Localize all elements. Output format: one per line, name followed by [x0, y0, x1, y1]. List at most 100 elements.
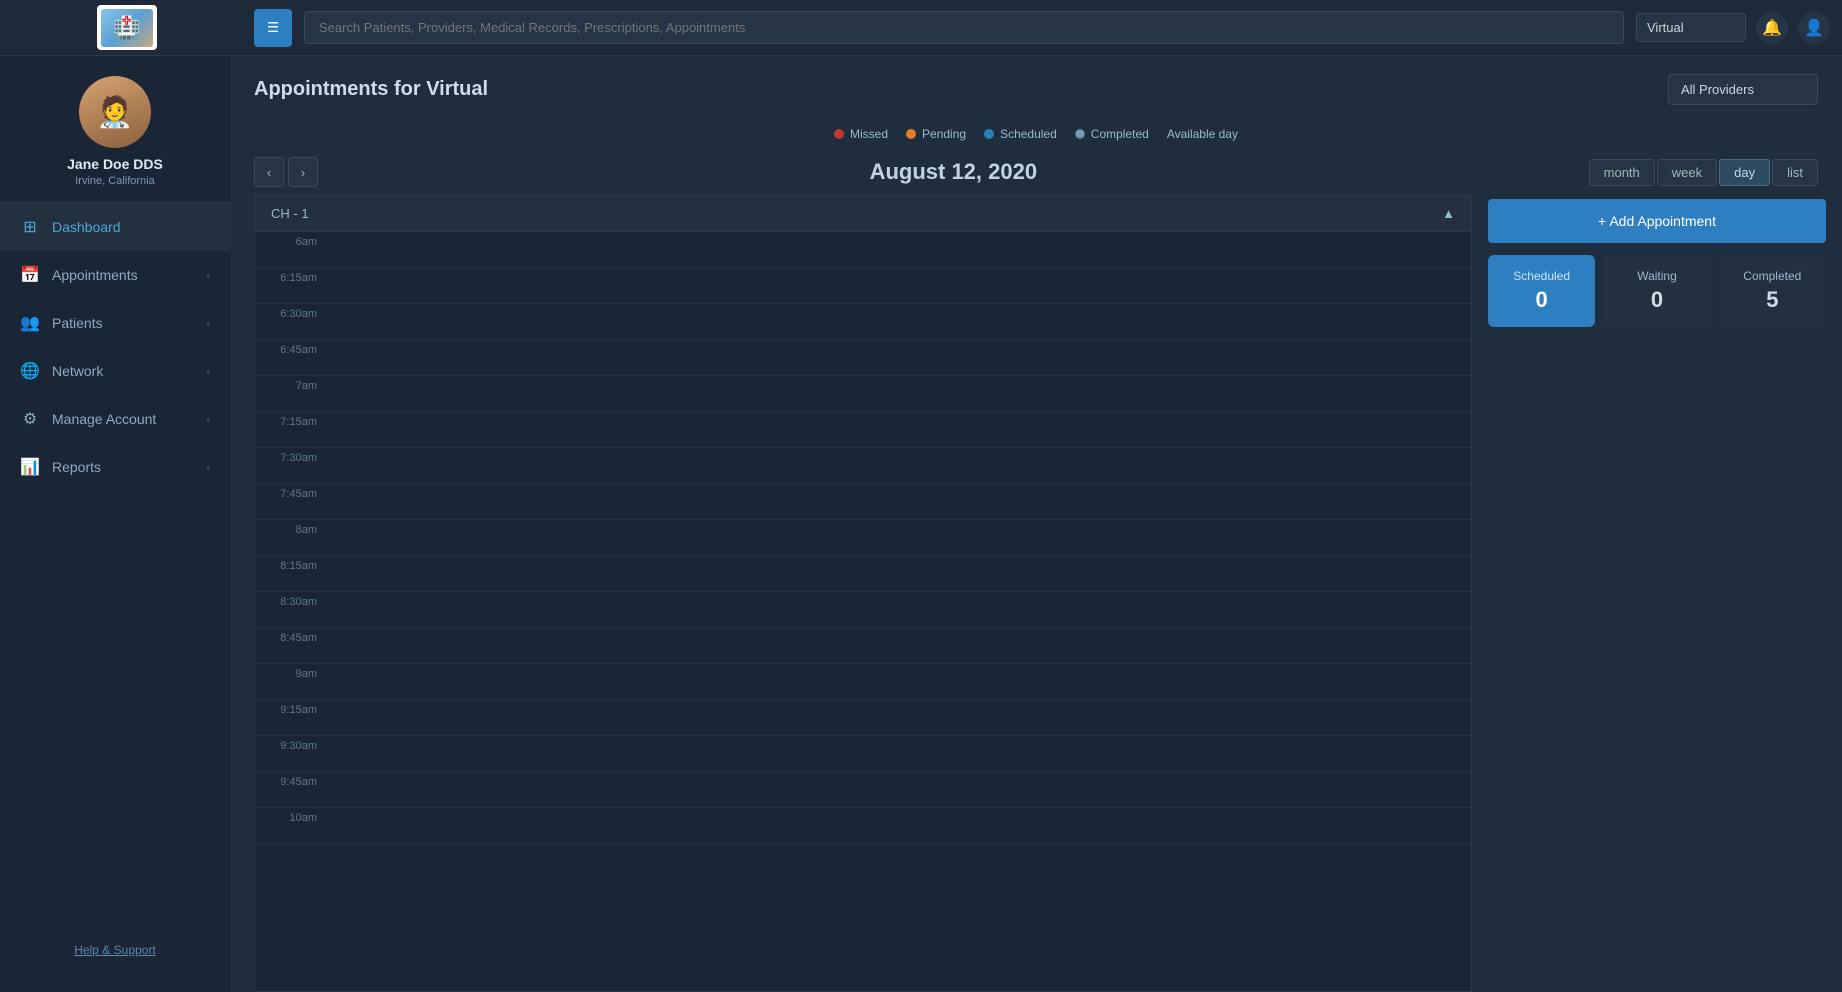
pending-label: Pending — [922, 127, 966, 141]
time-slots[interactable]: 6am 6:15am 6:30am 6:45am — [255, 232, 1471, 991]
content-area: Appointments for Virtual All Providers M… — [230, 56, 1842, 992]
time-slot: 8:45am — [255, 628, 1471, 664]
legend-scheduled: Scheduled — [984, 127, 1057, 141]
chevron-icon: ‹ — [207, 318, 210, 329]
sidebar-item-network[interactable]: 🌐 Network ‹ — [0, 347, 230, 395]
view-buttons: month week day list — [1589, 159, 1818, 186]
sidebar-item-label: Appointments — [52, 267, 195, 283]
legend-pending: Pending — [906, 127, 966, 141]
time-slot: 9:30am — [255, 736, 1471, 772]
time-label: 6:45am — [255, 340, 325, 360]
sidebar-item-reports[interactable]: 📊 Reports ‹ — [0, 443, 230, 491]
time-label: 8:30am — [255, 592, 325, 612]
topbar-right: Virtual 🔔 👤 — [1636, 12, 1830, 44]
notification-icon[interactable]: 🔔 — [1756, 12, 1788, 44]
time-label: 8:15am — [255, 556, 325, 576]
time-label: 10am — [255, 808, 325, 828]
chevron-icon: ‹ — [207, 414, 210, 425]
next-date-button[interactable]: › — [288, 157, 318, 187]
sidebar-item-appointments[interactable]: 📅 Appointments ‹ — [0, 251, 230, 299]
patients-icon: 👥 — [20, 313, 40, 333]
sidebar-item-patients[interactable]: 👥 Patients ‹ — [0, 299, 230, 347]
time-label: 7:45am — [255, 484, 325, 504]
time-slot: 8:15am — [255, 556, 1471, 592]
time-slot: 6:45am — [255, 340, 1471, 376]
add-appointment-button[interactable]: + Add Appointment — [1488, 199, 1826, 243]
sidebar-item-label: Patients — [52, 315, 195, 331]
current-date: August 12, 2020 — [870, 159, 1038, 185]
time-slot: 7:30am — [255, 448, 1471, 484]
time-slot: 7:45am — [255, 484, 1471, 520]
logo-image — [101, 9, 153, 47]
legend-missed: Missed — [834, 127, 888, 141]
sidebar-item-label: Reports — [52, 459, 195, 475]
pending-dot — [906, 129, 916, 139]
time-label: 6:30am — [255, 304, 325, 324]
channel-header: CH - 1 ▲ — [255, 196, 1471, 232]
time-label: 9:30am — [255, 736, 325, 756]
time-slot: 6:30am — [255, 304, 1471, 340]
time-slot: 10am — [255, 808, 1471, 844]
scheduled-stat-label: Scheduled — [1513, 269, 1570, 283]
chevron-icon: ‹ — [207, 462, 210, 473]
week-view-button[interactable]: week — [1657, 159, 1717, 186]
time-label: 6am — [255, 232, 325, 252]
time-slot: 6am — [255, 232, 1471, 268]
main-layout: 🧑‍⚕️ Jane Doe DDS Irvine, California ⊞ D… — [0, 56, 1842, 992]
help-support-link[interactable]: Help & Support — [0, 928, 230, 972]
stats-row: Scheduled 0 Waiting 0 Completed 5 — [1488, 255, 1826, 327]
virtual-select[interactable]: Virtual — [1636, 13, 1746, 42]
time-label: 7:15am — [255, 412, 325, 432]
search-input[interactable] — [304, 11, 1624, 44]
legend-completed: Completed — [1075, 127, 1149, 141]
time-slot: 8:30am — [255, 592, 1471, 628]
prev-date-button[interactable]: ‹ — [254, 157, 284, 187]
completed-dot — [1075, 129, 1085, 139]
time-label: 9:45am — [255, 772, 325, 792]
time-label: 8:45am — [255, 628, 325, 648]
waiting-stat-value: 0 — [1651, 287, 1663, 313]
missed-dot — [834, 129, 844, 139]
time-label: 9am — [255, 664, 325, 684]
time-slot: 9:45am — [255, 772, 1471, 808]
reports-icon: 📊 — [20, 457, 40, 477]
scheduled-stat-value: 0 — [1536, 287, 1548, 313]
time-label: 7am — [255, 376, 325, 396]
providers-select[interactable]: All Providers — [1668, 74, 1818, 105]
legend-available: Available day — [1167, 127, 1238, 141]
page-title: Appointments for Virtual — [254, 78, 488, 101]
logo — [97, 5, 157, 50]
chevron-icon: ‹ — [207, 366, 210, 377]
waiting-stat-card: Waiting 0 — [1603, 255, 1710, 327]
calendar-controls: ‹ › August 12, 2020 month week day list — [230, 149, 1842, 195]
appointments-icon: 📅 — [20, 265, 40, 285]
day-view-button[interactable]: day — [1719, 159, 1770, 186]
time-label: 8am — [255, 520, 325, 540]
legend-bar: Missed Pending Scheduled Completed Avail… — [230, 119, 1842, 149]
sidebar-item-manage-account[interactable]: ⚙ Manage Account ‹ — [0, 395, 230, 443]
waiting-stat-label: Waiting — [1637, 269, 1677, 283]
user-icon[interactable]: 👤 — [1798, 12, 1830, 44]
scroll-up-arrow[interactable]: ▲ — [1442, 206, 1455, 221]
calendar-pane: CH - 1 ▲ 6am 6:15am 6:30am — [254, 195, 1472, 992]
completed-label: Completed — [1091, 127, 1149, 141]
menu-icon: ☰ — [267, 20, 279, 36]
time-slot: 9am — [255, 664, 1471, 700]
sidebar-item-dashboard[interactable]: ⊞ Dashboard — [0, 203, 230, 251]
time-label: 9:15am — [255, 700, 325, 720]
completed-stat-card: Completed 5 — [1719, 255, 1826, 327]
menu-button[interactable]: ☰ — [254, 9, 292, 47]
time-slot: 7am — [255, 376, 1471, 412]
network-icon: 🌐 — [20, 361, 40, 381]
scheduled-label: Scheduled — [1000, 127, 1057, 141]
time-label: 7:30am — [255, 448, 325, 468]
month-view-button[interactable]: month — [1589, 159, 1655, 186]
sidebar: 🧑‍⚕️ Jane Doe DDS Irvine, California ⊞ D… — [0, 56, 230, 992]
list-view-button[interactable]: list — [1772, 159, 1818, 186]
chevron-icon: ‹ — [207, 270, 210, 281]
sidebar-item-label: Dashboard — [52, 219, 210, 235]
available-label: Available day — [1167, 127, 1238, 141]
dashboard-icon: ⊞ — [20, 217, 40, 237]
time-slot: 6:15am — [255, 268, 1471, 304]
scheduled-dot — [984, 129, 994, 139]
